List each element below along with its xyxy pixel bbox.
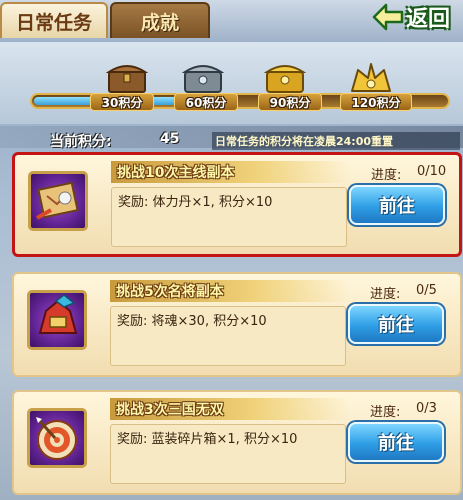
task-progress-value: 0/10 [417,164,447,179]
task-title: 挑战10次主线副本 [111,161,351,183]
silver-chest-icon[interactable] [180,58,226,96]
task-reward: 奖励: 体力丹×1, 积分×10 [111,187,347,247]
score-reset-note: 日常任务的积分将在凌晨24:00重置 [212,132,460,150]
go-button[interactable]: 前往 [348,422,444,462]
task-card[interactable]: 挑战10次主线副本 进度: 0/10 奖励: 体力丹×1, 积分×10 前往 [12,152,462,257]
back-arrow-icon [372,3,404,31]
tab-daily-tasks[interactable]: 日常任务 [0,2,108,38]
task-reward: 奖励: 蓝装碎片箱×1, 积分×10 [110,424,346,484]
task-card[interactable]: 挑战3次三国无双 进度: 0/3 奖励: 蓝装碎片箱×1, 积分×10 前往 [12,390,462,495]
task-progress-label: 进度: [370,405,401,420]
current-score-value: 45 [160,131,180,147]
tab-achievements[interactable]: 成就 [110,2,210,38]
task-title: 挑战3次三国无双 [110,398,350,420]
target-arrow-icon [27,408,87,468]
go-button[interactable]: 前往 [349,185,445,225]
milestone-90: 90积分 [258,93,322,111]
milestone-120: 120积分 [340,93,412,111]
task-card[interactable]: 挑战5次名将副本 进度: 0/5 奖励: 将魂×30, 积分×10 前往 [12,272,462,377]
task-progress-value: 0/5 [416,283,437,298]
task-progress-label: 进度: [371,168,402,183]
milestone-30: 30积分 [90,93,154,111]
gold-chest-icon[interactable] [262,58,308,96]
current-score-label: 当前积分: [50,134,112,150]
milestone-60: 60积分 [174,93,238,111]
task-progress-label: 进度: [370,287,401,302]
general-helmet-icon [27,290,87,350]
golden-treasure-icon[interactable] [348,58,394,96]
go-button[interactable]: 前往 [348,304,444,344]
task-progress-value: 0/3 [416,401,437,416]
map-scroll-icon [28,171,88,231]
task-title: 挑战5次名将副本 [110,280,350,302]
back-label: 返回 [406,7,451,32]
wooden-chest-icon[interactable] [104,58,150,96]
back-button[interactable]: 返回 [372,0,463,34]
task-reward: 奖励: 将魂×30, 积分×10 [110,306,346,366]
